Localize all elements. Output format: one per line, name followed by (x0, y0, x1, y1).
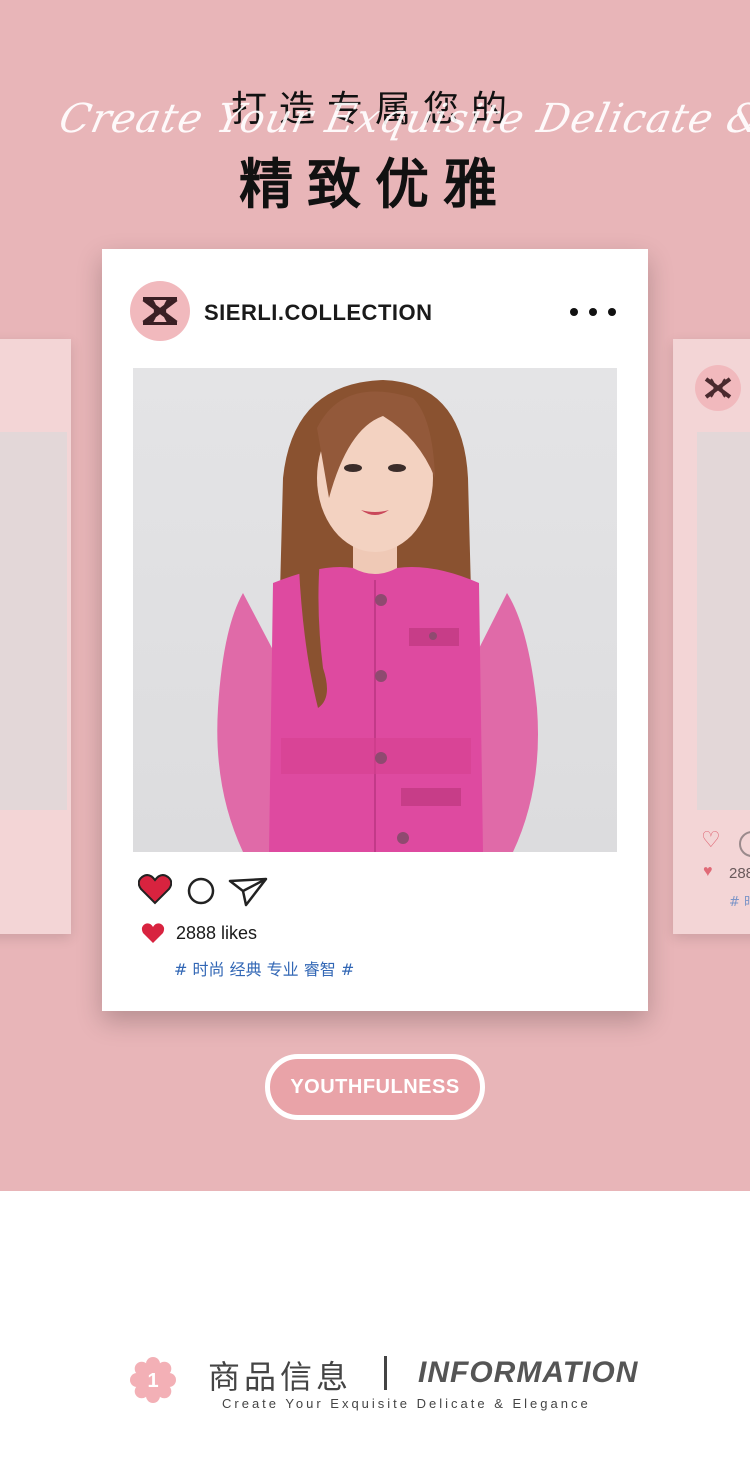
comment-icon[interactable] (187, 877, 215, 905)
section-title-en: INFORMATION (418, 1356, 639, 1389)
post-card: SIERLI.COLLECTION 2888 likes # 时尚 经典 专业 … (102, 249, 648, 1011)
section-title-cn: 商品信息 (208, 1358, 353, 1396)
youthfulness-button[interactable]: YOUTHFULNESS (265, 1054, 485, 1120)
post-photo (133, 368, 617, 852)
username[interactable]: SIERLI.COLLECTION (204, 300, 433, 326)
flower-number-badge: 1 (129, 1356, 177, 1404)
ghost-card-image (697, 432, 750, 810)
ghost-likes-heart-icon: ♥ (703, 863, 713, 880)
ghost-card-right: ♡ ♥ 288 # 时 (673, 339, 750, 934)
headline-line2: 精致优雅 (239, 153, 511, 216)
ghost-comment-icon (739, 831, 750, 857)
likes-heart-icon (141, 922, 165, 944)
share-icon[interactable] (228, 875, 268, 907)
ghost-card-image (0, 432, 67, 810)
ghost-brand-logo-icon (695, 365, 741, 411)
ghost-heart-icon: ♡ (701, 827, 721, 852)
script-tagline: Create Your Exquisite Delicate & Eleganc… (55, 96, 750, 142)
ghost-likes-text: 288 (729, 865, 750, 882)
brand-logo-icon[interactable] (130, 281, 190, 341)
more-icon[interactable] (570, 299, 616, 325)
heart-icon[interactable] (137, 873, 173, 905)
ghost-tags-text: # 时 (729, 895, 750, 910)
likes-count: 2888 likes (176, 923, 258, 943)
ghost-card-left (0, 339, 71, 934)
section-subtitle: Create Your Exquisite Delicate & Eleganc… (222, 1396, 591, 1411)
section-number: 1 (147, 1370, 158, 1392)
hashtags[interactable]: # 时尚 经典 专业 睿智 # (174, 956, 354, 980)
title-divider (384, 1356, 387, 1390)
